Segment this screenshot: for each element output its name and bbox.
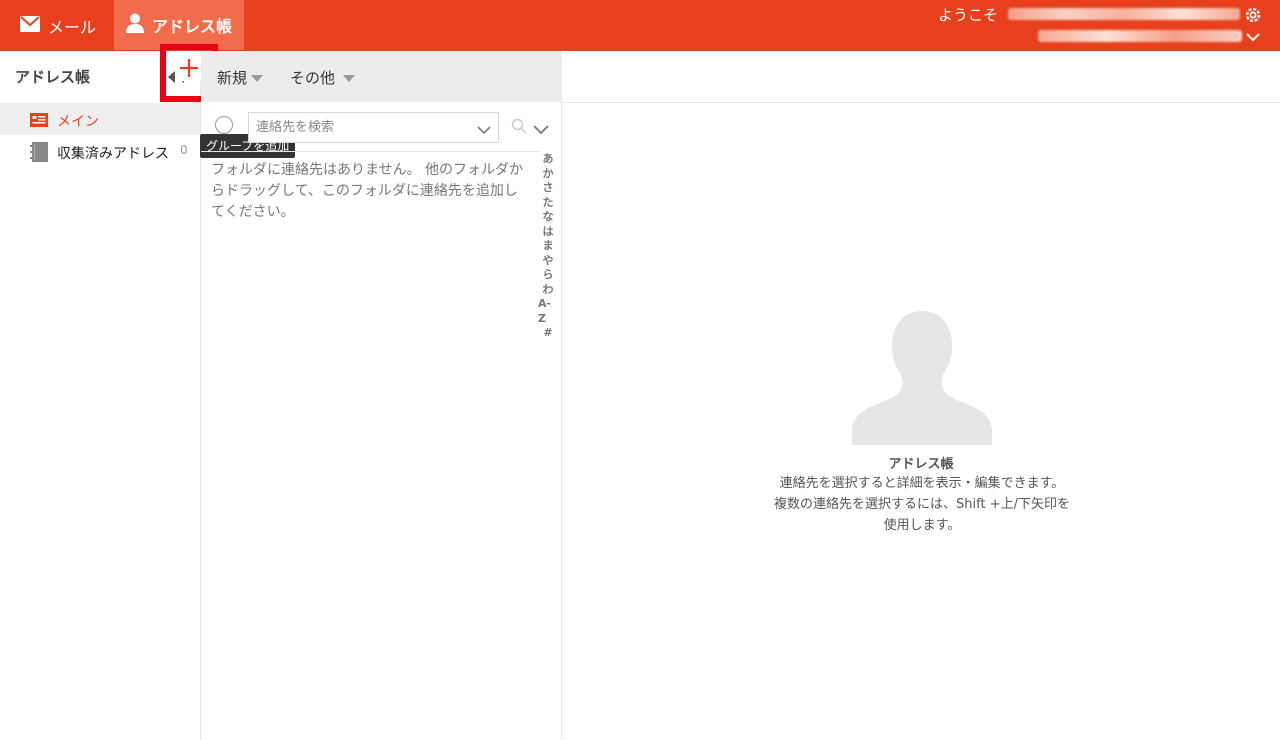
search-box xyxy=(248,112,499,143)
index-letter[interactable]: わ xyxy=(543,283,554,298)
welcome-text: ようこそ xyxy=(938,6,999,24)
search-dropdown-icon[interactable] xyxy=(476,121,492,135)
select-all-radio[interactable] xyxy=(215,116,233,134)
folder-item-label: メイン xyxy=(57,114,99,130)
index-letter[interactable]: あ xyxy=(543,152,554,167)
detail-title: アドレス帳 xyxy=(888,457,954,472)
folder-item-main[interactable]: メイン xyxy=(0,103,200,135)
other-button[interactable]: その他 xyxy=(290,67,356,88)
index-letter[interactable]: や xyxy=(543,254,554,269)
caret-down-icon xyxy=(343,75,356,82)
index-letter[interactable]: な xyxy=(543,210,554,225)
empty-list-message: フォルダに連絡先はありません。 他のフォルダからドラッグして、このフォルダに連絡… xyxy=(211,162,524,220)
tab-mail-label: メール xyxy=(48,17,97,37)
search-icon[interactable] xyxy=(511,118,527,134)
contact-placeholder-icon xyxy=(850,309,994,447)
blurred-user-email xyxy=(1038,30,1242,42)
folder-count: 0 xyxy=(180,143,188,157)
index-letter[interactable]: ま xyxy=(543,239,554,254)
folder-item-collected[interactable]: 収集済みアドレス 0 xyxy=(0,137,200,167)
other-button-label: その他 xyxy=(290,69,336,87)
new-button[interactable]: 新規 xyxy=(217,67,264,88)
index-letter[interactable]: は xyxy=(543,225,554,240)
index-letter[interactable]: A-Z xyxy=(538,297,558,326)
plus-icon xyxy=(176,55,202,81)
divider xyxy=(562,102,1280,103)
tab-address-book[interactable]: アドレス帳 xyxy=(114,0,244,50)
tab-mail[interactable]: メール xyxy=(0,0,112,51)
person-icon xyxy=(126,13,144,37)
folder-item-label: 収集済みアドレス xyxy=(57,146,169,162)
address-book-icon xyxy=(30,142,48,166)
index-letter[interactable]: た xyxy=(543,196,554,211)
alphabet-index: あ か さ た な は ま や ら わ A-Z # xyxy=(538,152,558,341)
contacts-toolbar: 新規 その他 xyxy=(201,51,562,102)
index-letter[interactable]: さ xyxy=(543,181,554,196)
divider xyxy=(201,151,541,152)
index-letter[interactable]: ら xyxy=(543,268,554,283)
caret-down-icon xyxy=(251,75,264,82)
contact-detail-panel: アドレス帳 連絡先を選択すると詳細を表示・編集できます。 複数の連絡先を選択する… xyxy=(562,51,1280,740)
gear-icon[interactable] xyxy=(1244,6,1262,24)
mail-icon xyxy=(20,15,40,36)
chevron-down-icon[interactable] xyxy=(533,120,549,135)
sidebar-title: アドレス帳 xyxy=(15,68,91,86)
address-card-icon xyxy=(30,112,48,131)
index-letter[interactable]: # xyxy=(543,326,552,341)
detail-description: 連絡先を選択すると詳細を表示・編集できます。 複数の連絡先を選択するには、Shi… xyxy=(774,476,1070,533)
folder-sidebar: アドレス帳 メイン 収集済みアドレス 0 xyxy=(0,51,201,740)
index-letter[interactable]: か xyxy=(543,167,554,182)
tab-address-book-label: アドレス帳 xyxy=(152,17,233,36)
contact-list-panel: フォルダに連絡先はありません。 他のフォルダからドラッグして、このフォルダに連絡… xyxy=(201,102,562,740)
chevron-down-icon[interactable] xyxy=(1245,28,1261,42)
blurred-user-name xyxy=(1008,8,1240,20)
new-button-label: 新規 xyxy=(217,69,248,87)
search-input[interactable] xyxy=(249,113,469,142)
